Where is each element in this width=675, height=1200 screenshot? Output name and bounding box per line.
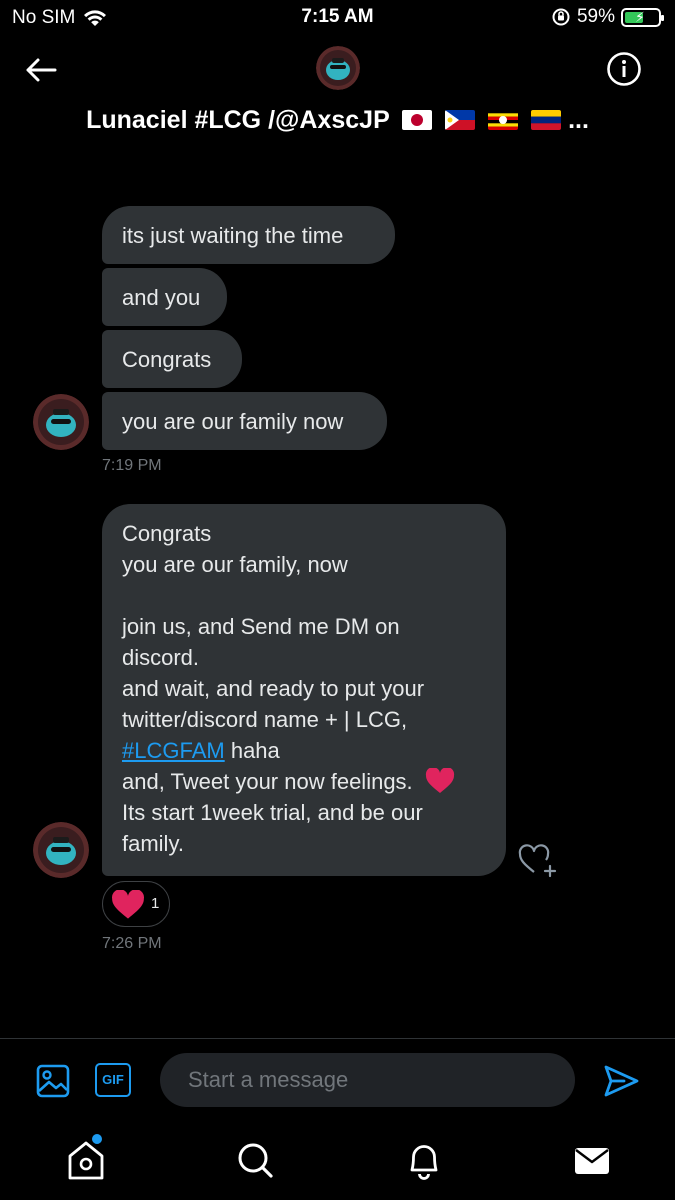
back-arrow-icon[interactable] [22, 50, 62, 90]
message-composer: GIF [0, 1038, 675, 1123]
send-icon[interactable] [602, 1063, 640, 1099]
message-input[interactable] [160, 1053, 575, 1107]
message-timestamp: 7:26 PM [102, 935, 162, 952]
conversation-name: Lunaciel #LCG /@AxscJP [86, 106, 390, 134]
reaction-count: 1 [151, 895, 160, 912]
message-line: Its start 1week trial, and be our [122, 800, 423, 825]
orientation-lock-icon [552, 8, 570, 26]
messages-envelope-icon[interactable] [572, 1138, 612, 1182]
battery-percent: 59% [576, 6, 615, 27]
flag-venezuela-icon [531, 110, 562, 130]
avatar[interactable] [316, 46, 360, 90]
message-text: its just waiting the time [122, 223, 344, 248]
message-line: discord. [122, 645, 200, 670]
notification-dot [92, 1134, 102, 1144]
battery-charging-icon: ⚡ [621, 7, 664, 27]
bottom-tab-bar [0, 1122, 675, 1200]
message-timestamp: 7:19 PM [102, 457, 162, 474]
message-line-emoji: and, Tweet your now feelings. [122, 766, 486, 797]
title-ellipsis: ... [568, 106, 589, 134]
search-icon[interactable] [235, 1138, 275, 1182]
reaction-badge[interactable]: 1 [102, 881, 170, 927]
message-line: family. [122, 831, 184, 856]
message-line: join us, and Send me DM on [122, 614, 400, 639]
message-line: Congrats [122, 521, 212, 546]
message-line [122, 580, 486, 611]
notifications-bell-icon[interactable] [404, 1138, 444, 1182]
red-heart-icon [112, 890, 144, 919]
status-bar: No SIM 7:15 AM 59% ⚡ [0, 0, 675, 36]
message-bubble[interactable]: you are our family now [102, 392, 387, 450]
message-bubble[interactable]: Congrats you are our family, now join us… [102, 504, 506, 876]
flag-philippines-icon [445, 110, 476, 130]
hashtag-link[interactable]: #LCGFAM [122, 738, 225, 763]
home-icon[interactable] [66, 1138, 106, 1182]
message-bubble[interactable]: its just waiting the time [102, 206, 395, 264]
gif-icon[interactable]: GIF [95, 1063, 131, 1097]
conversation-header: Lunaciel #LCG /@AxscJP ... [0, 36, 675, 154]
flag-uganda-icon [488, 110, 519, 130]
message-text: and you [122, 285, 201, 310]
image-icon[interactable] [35, 1063, 71, 1099]
conversation-title[interactable]: Lunaciel #LCG /@AxscJP ... [0, 106, 675, 135]
flag-japan-icon [402, 110, 433, 130]
dm-conversation-screen: No SIM 7:15 AM 59% ⚡ Lunaciel #LCG /@Axs… [0, 0, 675, 1200]
message-line: twitter/discord name + | LCG, [122, 707, 408, 732]
message-text: you are our family now [122, 409, 344, 434]
message-bubble[interactable]: Congrats [102, 330, 242, 388]
red-heart-icon [425, 767, 454, 793]
gif-label: GIF [102, 1072, 124, 1087]
avatar[interactable] [33, 394, 89, 450]
message-line: you are our family, now [122, 552, 348, 577]
info-icon[interactable] [606, 51, 642, 87]
message-line: and wait, and ready to put your [122, 676, 425, 701]
message-bubble[interactable]: and you [102, 268, 227, 326]
message-text: Congrats [122, 347, 212, 372]
avatar[interactable] [33, 822, 89, 878]
message-line-hashtag: #LCGFAM haha [122, 738, 280, 763]
status-right: 59% ⚡ [551, 6, 664, 28]
add-reaction-heart-icon[interactable] [516, 840, 560, 880]
